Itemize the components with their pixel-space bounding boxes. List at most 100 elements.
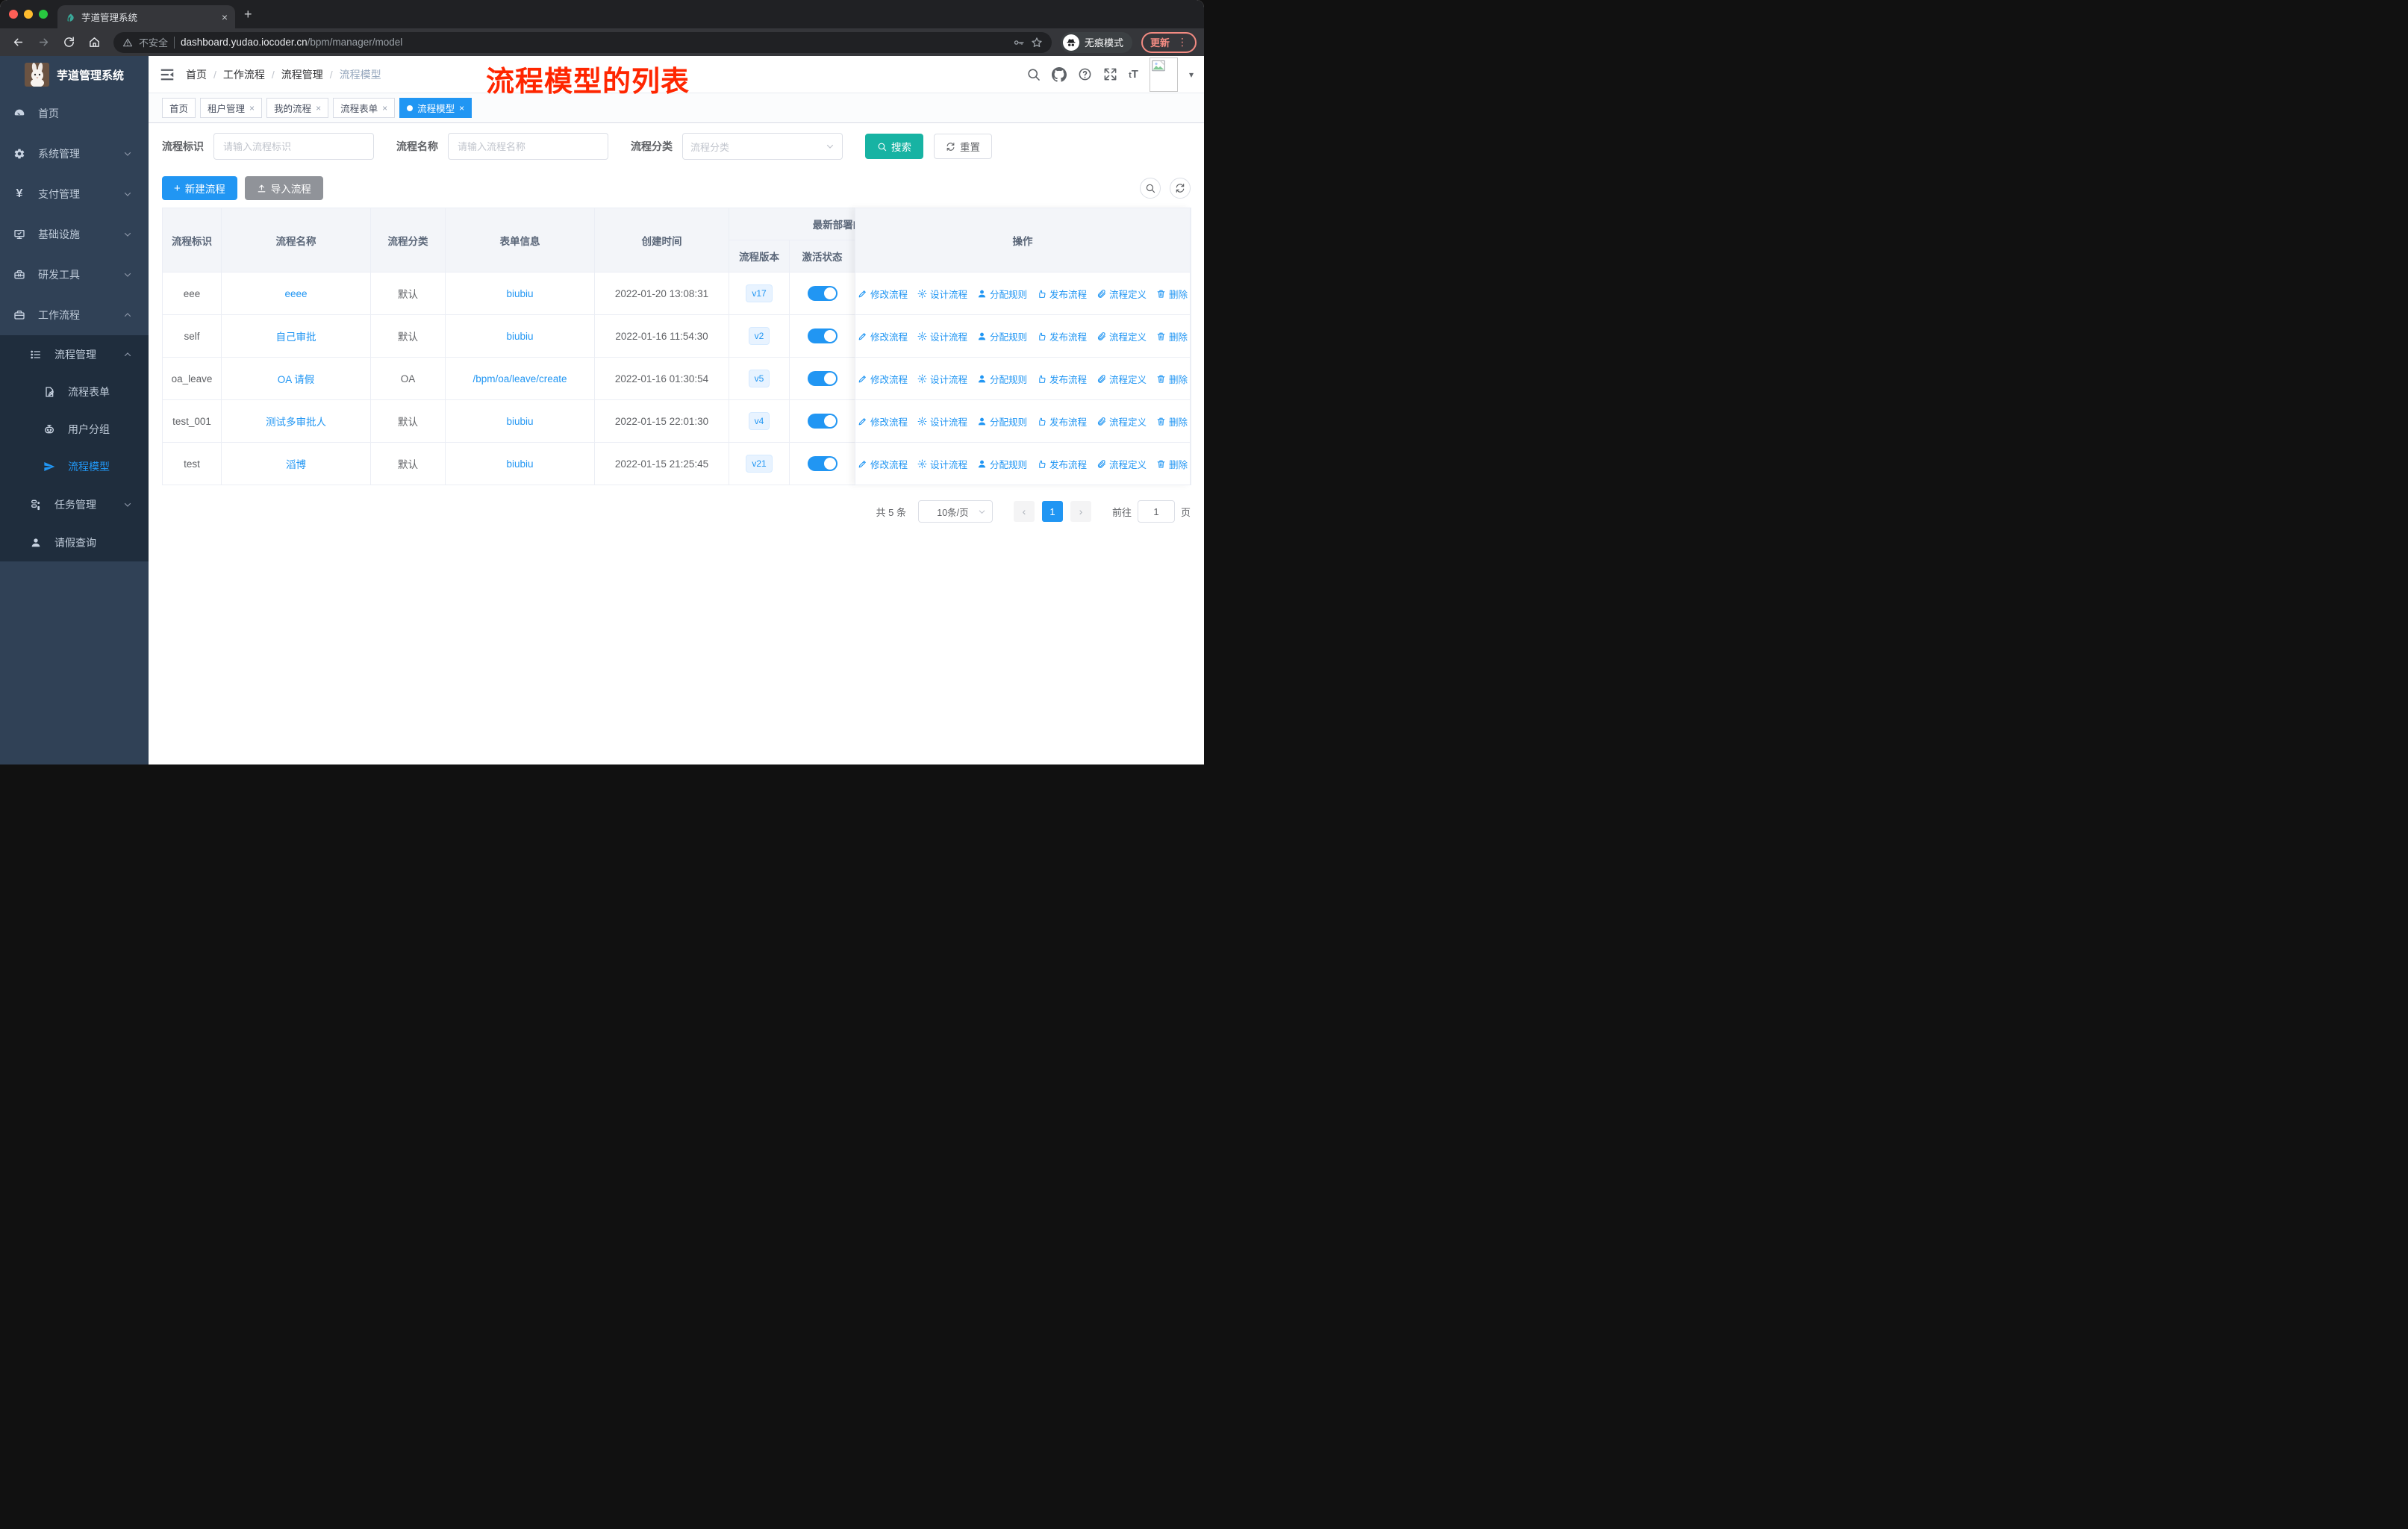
action-delete[interactable]: 删除 bbox=[1156, 372, 1188, 386]
process-name-link[interactable]: 测试多审批人 bbox=[266, 417, 326, 428]
update-browser-button[interactable]: 更新 ⋮ bbox=[1141, 31, 1197, 53]
tab-close-icon[interactable]: × bbox=[222, 12, 228, 22]
version-badge[interactable]: v5 bbox=[748, 370, 770, 387]
new-tab-button[interactable]: + bbox=[244, 7, 252, 21]
fullscreen-icon[interactable] bbox=[1103, 67, 1117, 81]
page-number-current[interactable]: 1 bbox=[1041, 501, 1063, 522]
tab-home[interactable]: 首页 bbox=[162, 98, 196, 118]
toggle-search-button[interactable] bbox=[1140, 178, 1161, 199]
process-id-input[interactable] bbox=[213, 133, 374, 160]
tab-my-process[interactable]: 我的流程 × bbox=[266, 98, 329, 118]
sidebar-item-workflow[interactable]: 工作流程 bbox=[0, 295, 149, 335]
action-design-process[interactable]: 设计流程 bbox=[917, 329, 967, 343]
reload-button[interactable] bbox=[58, 32, 79, 53]
action-delete[interactable]: 删除 bbox=[1156, 414, 1188, 429]
prev-page-button[interactable]: ‹ bbox=[1013, 501, 1035, 522]
reset-button[interactable]: 重置 bbox=[934, 134, 992, 159]
form-info-link[interactable]: biubiu bbox=[506, 458, 533, 470]
breadcrumb-home[interactable]: 首页 bbox=[186, 67, 207, 82]
sidebar-fold-icon[interactable] bbox=[159, 66, 175, 83]
action-edit-process[interactable]: 修改流程 bbox=[858, 287, 908, 301]
help-icon[interactable] bbox=[1078, 67, 1092, 81]
close-window-button[interactable] bbox=[9, 10, 18, 19]
version-badge[interactable]: v2 bbox=[748, 327, 770, 345]
sidebar-item-process-management[interactable]: 流程管理 bbox=[0, 335, 149, 373]
tab-close-icon[interactable]: × bbox=[382, 103, 387, 113]
version-badge[interactable]: v17 bbox=[746, 284, 773, 302]
breadcrumb-workflow[interactable]: 工作流程 bbox=[223, 67, 265, 82]
next-page-button[interactable]: › bbox=[1070, 501, 1091, 522]
process-name-link[interactable]: OA 请假 bbox=[278, 374, 315, 385]
action-publish-process[interactable]: 发布流程 bbox=[1037, 287, 1087, 301]
create-process-button[interactable]: + 新建流程 bbox=[162, 176, 237, 200]
form-info-link[interactable]: biubiu bbox=[506, 288, 533, 299]
action-process-definition[interactable]: 流程定义 bbox=[1097, 457, 1147, 471]
address-bar[interactable]: 不安全 dashboard.yudao.iocoder.cn/bpm/manag… bbox=[113, 31, 1052, 53]
action-assign-rule[interactable]: 分配规则 bbox=[977, 372, 1027, 386]
sidebar-item-process-model[interactable]: 流程模型 bbox=[0, 448, 149, 485]
action-design-process[interactable]: 设计流程 bbox=[917, 457, 967, 471]
action-publish-process[interactable]: 发布流程 bbox=[1037, 329, 1087, 343]
forward-button[interactable] bbox=[33, 32, 54, 53]
sidebar-item-process-form[interactable]: 流程表单 bbox=[0, 373, 149, 411]
tab-tenant-management[interactable]: 租户管理 × bbox=[200, 98, 263, 118]
action-assign-rule[interactable]: 分配规则 bbox=[977, 287, 1027, 301]
action-delete[interactable]: 删除 bbox=[1156, 457, 1188, 471]
font-size-icon[interactable]: tT bbox=[1129, 68, 1138, 81]
tab-close-icon[interactable]: × bbox=[459, 103, 464, 113]
action-process-definition[interactable]: 流程定义 bbox=[1097, 329, 1147, 343]
user-avatar[interactable] bbox=[1149, 57, 1178, 92]
active-toggle[interactable] bbox=[807, 414, 838, 429]
action-edit-process[interactable]: 修改流程 bbox=[858, 414, 908, 429]
action-design-process[interactable]: 设计流程 bbox=[917, 372, 967, 386]
home-button[interactable] bbox=[84, 32, 105, 53]
action-publish-process[interactable]: 发布流程 bbox=[1037, 457, 1087, 471]
form-info-link[interactable]: biubiu bbox=[506, 416, 533, 427]
sidebar-brand[interactable]: 芋道管理系统 bbox=[0, 56, 149, 93]
action-edit-process[interactable]: 修改流程 bbox=[858, 457, 908, 471]
avatar-caret-down-icon[interactable]: ▾ bbox=[1189, 69, 1194, 80]
action-assign-rule[interactable]: 分配规则 bbox=[977, 414, 1027, 429]
process-name-input[interactable] bbox=[448, 133, 608, 160]
active-toggle[interactable] bbox=[807, 328, 838, 343]
search-button[interactable]: 搜索 bbox=[865, 134, 923, 159]
tab-process-model[interactable]: 流程模型 × bbox=[399, 98, 472, 118]
sidebar-item-task-management[interactable]: 任务管理 bbox=[0, 485, 149, 523]
active-toggle[interactable] bbox=[807, 286, 838, 301]
category-select[interactable]: 流程分类 bbox=[682, 133, 843, 160]
password-key-icon[interactable] bbox=[1013, 37, 1025, 49]
browser-menu-dots-icon[interactable]: ⋮ bbox=[1177, 36, 1188, 49]
import-process-button[interactable]: 导入流程 bbox=[244, 176, 323, 200]
github-icon[interactable] bbox=[1052, 66, 1067, 82]
sidebar-item-leave-query[interactable]: 请假查询 bbox=[0, 523, 149, 561]
tab-close-icon[interactable]: × bbox=[249, 103, 255, 113]
process-name-link[interactable]: 自己审批 bbox=[276, 331, 316, 343]
browser-tab[interactable]: 芋道管理系统 × bbox=[57, 5, 235, 28]
tab-process-form[interactable]: 流程表单 × bbox=[333, 98, 396, 118]
minimize-window-button[interactable] bbox=[24, 10, 33, 19]
sidebar-item-user-group[interactable]: 用户分组 bbox=[0, 411, 149, 448]
action-process-definition[interactable]: 流程定义 bbox=[1097, 414, 1147, 429]
form-info-link[interactable]: biubiu bbox=[506, 331, 533, 342]
page-size-select[interactable]: 10条/页 bbox=[917, 500, 993, 523]
breadcrumb-process-management[interactable]: 流程管理 bbox=[281, 67, 323, 82]
action-publish-process[interactable]: 发布流程 bbox=[1037, 414, 1087, 429]
action-delete[interactable]: 删除 bbox=[1156, 329, 1188, 343]
action-assign-rule[interactable]: 分配规则 bbox=[977, 457, 1027, 471]
action-process-definition[interactable]: 流程定义 bbox=[1097, 287, 1147, 301]
sidebar-item-payment[interactable]: ¥ 支付管理 bbox=[0, 174, 149, 214]
tab-close-icon[interactable]: × bbox=[316, 103, 321, 113]
form-info-link[interactable]: /bpm/oa/leave/create bbox=[472, 373, 567, 384]
bookmark-star-icon[interactable] bbox=[1031, 37, 1043, 49]
action-design-process[interactable]: 设计流程 bbox=[917, 414, 967, 429]
back-button[interactable] bbox=[7, 32, 28, 53]
header-search-icon[interactable] bbox=[1026, 67, 1041, 81]
sidebar-item-system[interactable]: 系统管理 bbox=[0, 134, 149, 174]
maximize-window-button[interactable] bbox=[39, 10, 48, 19]
action-delete[interactable]: 删除 bbox=[1156, 287, 1188, 301]
active-toggle[interactable] bbox=[807, 456, 838, 471]
refresh-table-button[interactable] bbox=[1170, 178, 1191, 199]
action-edit-process[interactable]: 修改流程 bbox=[858, 372, 908, 386]
goto-page-input[interactable] bbox=[1137, 500, 1175, 523]
sidebar-item-dev-tools[interactable]: 研发工具 bbox=[0, 255, 149, 295]
